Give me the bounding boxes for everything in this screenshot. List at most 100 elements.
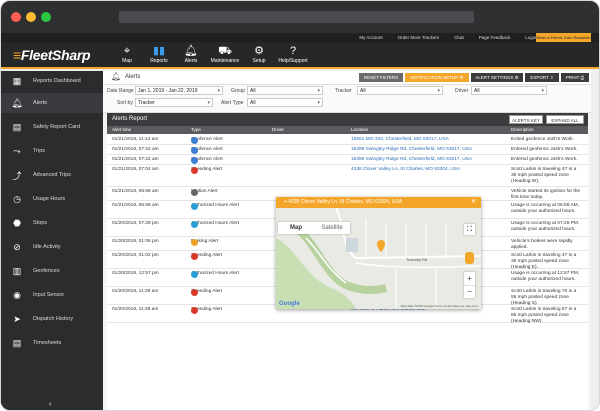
sidebar-item-dispatch-history[interactable]: ➤ Dispatch History bbox=[1, 309, 103, 329]
description-cell: Scott Larkin is traveling 67 in a 55 mph… bbox=[511, 307, 577, 324]
table-row[interactable]: 01/21/2019, 07:22 am Geofence Alert 16399 … bbox=[107, 155, 588, 165]
pegman-icon[interactable] bbox=[465, 252, 474, 264]
page-feedback-link[interactable]: Page Feedback bbox=[479, 35, 511, 40]
nav-alerts[interactable]: 🔔︎ Alerts bbox=[173, 44, 209, 64]
alert-time-cell: 01/21/2019, 07:22 am bbox=[112, 147, 159, 152]
alert-time-cell: 01/20/2019, 11:29 am bbox=[112, 289, 159, 294]
timesheet-icon: ▤ bbox=[12, 337, 22, 348]
alert-time-cell: 01/21/2019, 07:04 am bbox=[112, 167, 159, 172]
fleetsharp-logo[interactable]: ≡FleetSharp bbox=[13, 47, 91, 63]
location-link[interactable]: 16399 Swingley Ridge Rd, Chesterfield, M… bbox=[351, 157, 472, 162]
tab-satellite[interactable]: Satellite bbox=[314, 222, 350, 234]
fullscreen-icon[interactable]: ⛶ bbox=[464, 224, 475, 235]
alert-type-icon bbox=[191, 137, 198, 144]
my-account-link[interactable]: My Account bbox=[359, 35, 382, 40]
map-popup: ⌖ 4338 Clover Valley Ln, St Charles, MO … bbox=[276, 197, 481, 309]
sidebar-collapse-bar[interactable]: ‹ bbox=[1, 400, 103, 410]
map-marker-icon: ⌖ bbox=[123, 45, 131, 57]
map-attribution: Map data ©2019 Google Terms of Use Repor… bbox=[400, 304, 478, 308]
account-links: My Account Order More Trackers Chat Page… bbox=[359, 33, 539, 42]
alert-time-cell: 01/20/2019, 12:57 pm bbox=[112, 271, 159, 276]
sort-by-select[interactable]: Tracker bbox=[135, 98, 213, 107]
maximize-dot[interactable] bbox=[41, 12, 51, 22]
location-link[interactable]: 15651 MO-340, Chesterfield, MO 63017, US… bbox=[351, 137, 449, 142]
alert-type-cell: Speeding Alert bbox=[191, 289, 222, 296]
alert-time-cell: 01/20/2019, 01:06 pm bbox=[112, 239, 159, 244]
alert-time-cell: 01/20/2019, 01:02 pm bbox=[112, 253, 159, 258]
alert-type-icon bbox=[191, 221, 198, 228]
geofence-icon: ▥ bbox=[12, 265, 22, 276]
alert-type-cell: Speeding Alert bbox=[191, 167, 222, 174]
page-title: Alerts bbox=[125, 74, 141, 80]
close-dot[interactable] bbox=[11, 12, 21, 22]
main-nav: ≡FleetSharp ⌖ Map ▮▮ Reports 🔔︎ Alerts ⛟ Mai… bbox=[1, 42, 599, 69]
bell-icon: 🔔︎ bbox=[184, 45, 198, 57]
zoom-in-icon[interactable]: + bbox=[464, 272, 475, 285]
trips-icon: ⤳ bbox=[13, 145, 21, 156]
alert-type-icon bbox=[191, 203, 198, 210]
nav-map[interactable]: ⌖ Map bbox=[109, 44, 145, 64]
driver-select[interactable]: All bbox=[471, 86, 547, 95]
alert-type-cell: Geofence Alert bbox=[191, 137, 223, 144]
nav-help[interactable]: ? Help/Support bbox=[275, 44, 311, 64]
minimize-dot[interactable] bbox=[26, 12, 36, 22]
sidebar-item-reports-dashboard[interactable]: ▦ Reports Dashboard bbox=[1, 71, 103, 91]
zoom-out-icon[interactable]: − bbox=[464, 285, 475, 298]
sidebar-item-timesheets[interactable]: ▤ Timesheets bbox=[1, 333, 103, 353]
report-header: Alerts Report ALERTS KEY EXPAND ALL bbox=[107, 113, 588, 126]
location-link[interactable]: 16399 Swingley Ridge Rd, Chesterfield, M… bbox=[351, 147, 472, 152]
sidebar-item-usage-hours[interactable]: ◷ Usage Hours bbox=[1, 189, 103, 209]
alert-type-icon bbox=[191, 157, 198, 164]
reset-filters-button[interactable]: RESET FILTERS bbox=[359, 73, 403, 82]
export-button[interactable]: EXPORT ⇪ bbox=[525, 73, 559, 82]
app-window: My Account Order More Trackers Chat Page… bbox=[0, 0, 600, 411]
alert-type-label: Authorized Hours Alert bbox=[191, 203, 239, 208]
expand-all-button[interactable]: EXPAND ALL bbox=[546, 115, 584, 124]
nav-setup[interactable]: ⚙ Setup bbox=[241, 44, 277, 64]
sidebar-item-stops[interactable]: ⬣ Stops bbox=[1, 213, 103, 233]
sidebar-item-safety-report-card[interactable]: ▤ Safety Report Card bbox=[1, 117, 103, 137]
tab-map[interactable]: Map bbox=[278, 222, 314, 234]
tracker-select[interactable]: All bbox=[357, 86, 443, 95]
alert-type-icon bbox=[191, 189, 198, 196]
notification-setup-button[interactable]: NOTIFICATION SETUP ⚙ bbox=[405, 73, 469, 82]
nav-maintenance[interactable]: ⛟ Maintenance bbox=[207, 44, 243, 64]
alert-type-icon bbox=[191, 253, 198, 260]
sidebar-item-advanced-trips[interactable]: ⤴ Advanced Trips bbox=[1, 165, 103, 185]
advanced-trips-icon: ⤴ bbox=[12, 170, 22, 181]
sidebar-item-trips[interactable]: ⤳ Trips bbox=[1, 141, 103, 161]
table-row[interactable]: 01/21/2019, 07:22 am Geofence Alert 16399 … bbox=[107, 145, 588, 155]
alert-type-select[interactable]: All bbox=[247, 98, 323, 107]
alert-type-cell: Geofence Alert bbox=[191, 147, 223, 154]
date-range-select[interactable]: Jan 1, 2019 - Jan 22, 2019 bbox=[135, 86, 223, 95]
alert-time-cell: 01/21/2019, 07:22 am bbox=[112, 157, 159, 162]
table-row[interactable]: 01/21/2019, 07:04 am Speeding Alert 4338 C… bbox=[107, 165, 588, 187]
table-row[interactable]: 01/21/2019, 11:14 am Geofence Alert 15651 … bbox=[107, 135, 588, 145]
order-trackers-link[interactable]: Order More Trackers bbox=[398, 35, 440, 40]
refer-friend-button[interactable]: Refer a Friend. Earn Rewards! bbox=[536, 33, 591, 42]
alert-time-cell: 01/20/2019, 07:29 pm bbox=[112, 221, 159, 226]
sidebar-item-geofences[interactable]: ▥ Geofences bbox=[1, 261, 103, 281]
alert-settings-button[interactable]: ALERT SETTINGS ⚙ bbox=[471, 73, 523, 82]
location-link[interactable]: 4338 Clover Valley Ln, St Charles, MO 63… bbox=[351, 167, 460, 172]
group-select[interactable]: All bbox=[247, 86, 323, 95]
nav-reports[interactable]: ▮▮ Reports bbox=[141, 44, 177, 64]
description-cell: Entered geofence Josh's Work. bbox=[511, 147, 578, 152]
chat-link[interactable]: Chat bbox=[454, 35, 464, 40]
car-icon: ⛟ bbox=[218, 45, 232, 57]
alert-type-icon bbox=[191, 271, 198, 278]
sidebar-item-alerts[interactable]: 🔔︎ Alerts bbox=[1, 93, 103, 113]
filter-bar: Date Range Jan 1, 2019 - Jan 22, 2019 Gr… bbox=[103, 85, 591, 113]
address-bar[interactable] bbox=[119, 11, 474, 23]
map-view[interactable]: Tuscany Rd Map Satellite ⛶ + − Google Ma… bbox=[276, 208, 481, 309]
table-header: Alert time Type Driver Location Descript… bbox=[107, 126, 588, 134]
print-button[interactable]: PRINT ⎙ bbox=[561, 73, 589, 82]
alerts-key-button[interactable]: ALERTS KEY bbox=[509, 115, 543, 124]
chevron-left-icon: ‹ bbox=[49, 401, 52, 408]
sidebar-item-idle-activity[interactable]: ⊘ Idle Activity bbox=[1, 237, 103, 257]
bell-icon: 🔔︎ bbox=[111, 72, 122, 81]
close-icon[interactable]: ✕ bbox=[471, 197, 476, 208]
sidebar-item-input-sensor[interactable]: ◉ Input Sensor bbox=[1, 285, 103, 305]
dispatch-icon: ➤ bbox=[13, 313, 21, 324]
alert-type-icon bbox=[191, 307, 198, 314]
